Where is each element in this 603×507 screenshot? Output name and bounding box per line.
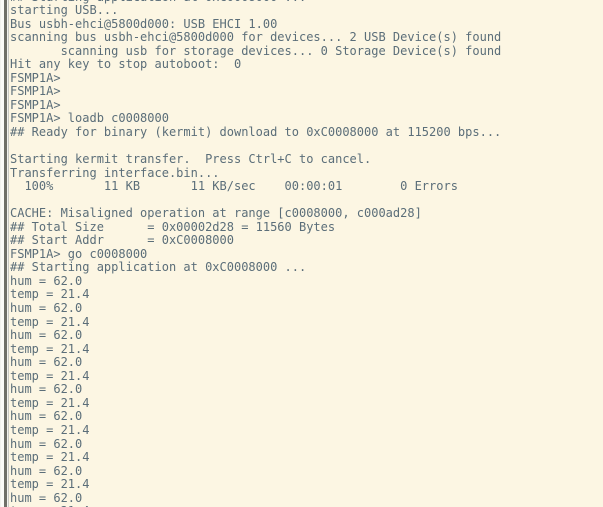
terminal-line: temp = 21.4 [10,341,90,356]
terminal-line: hum = 62.0 [10,409,83,424]
terminal-line: hum = 62.0 [10,490,83,505]
terminal-line: hum = 62.0 [10,382,83,397]
terminal-line: FSMP1A> [10,97,61,112]
vertical-scrollbar[interactable] [0,0,9,507]
terminal-line: temp = 21.4 [10,314,90,329]
terminal-output[interactable]: ## Starting application at 0xC0008000 ..… [10,0,603,507]
terminal-line: hum = 62.0 [10,273,83,288]
terminal-line: hum = 62.0 [10,463,83,478]
terminal-line: ## Start Addr = 0xC0008000 [10,233,234,248]
terminal-line: ## Starting application at 0xC0008000 ..… [10,260,307,275]
terminal-line: FSMP1A> loadb c0008000 [10,111,169,126]
terminal-line: temp = 21.4 [10,450,90,465]
terminal-line: CACHE: Misaligned operation at range [c0… [10,206,422,221]
terminal-line: temp = 21.4 [10,287,90,302]
terminal-line: scanning bus usbh-ehci@5800d000 for devi… [10,30,502,45]
terminal-line-list: starting USB... Bus usbh-ehci@5800d000: U… [10,3,603,507]
terminal-window[interactable]: ## Starting application at 0xC0008000 ..… [0,0,603,507]
terminal-line: Transferring interface.bin... [10,165,220,180]
terminal-line: hum = 62.0 [10,301,83,316]
terminal-line: Bus usbh-ehci@5800d000: USB EHCI 1.00 [10,16,278,31]
terminal-line: 100% 11 KB 11 KB/sec 00:00:01 0 Errors [10,179,458,194]
terminal-line: starting USB... [10,3,119,17]
terminal-line: ## Total Size = 0x00002d28 = 11560 Bytes [10,219,336,234]
terminal-line: FSMP1A> [10,84,61,99]
terminal-line: hum = 62.0 [10,355,83,370]
terminal-line: FSMP1A> [10,70,61,85]
terminal-line: hum = 62.0 [10,436,83,451]
terminal-line: scanning usb for storage devices... 0 St… [10,43,502,58]
terminal-line: Hit any key to stop autoboot: 0 [10,57,242,72]
terminal-line: FSMP1A> go c0008000 [10,246,148,261]
terminal-line: temp = 21.4 [10,477,90,492]
terminal-line: Starting kermit transfer. Press Ctrl+C t… [10,152,372,167]
terminal-line: ## Ready for binary (kermit) download to… [10,124,502,139]
terminal-line: temp = 21.4 [10,368,90,383]
terminal-line: temp = 21.4 [10,422,90,437]
terminal-line: hum = 62.0 [10,328,83,343]
terminal-line: temp = 21.4 [10,395,90,410]
scrollbar-thumb[interactable] [4,0,7,507]
